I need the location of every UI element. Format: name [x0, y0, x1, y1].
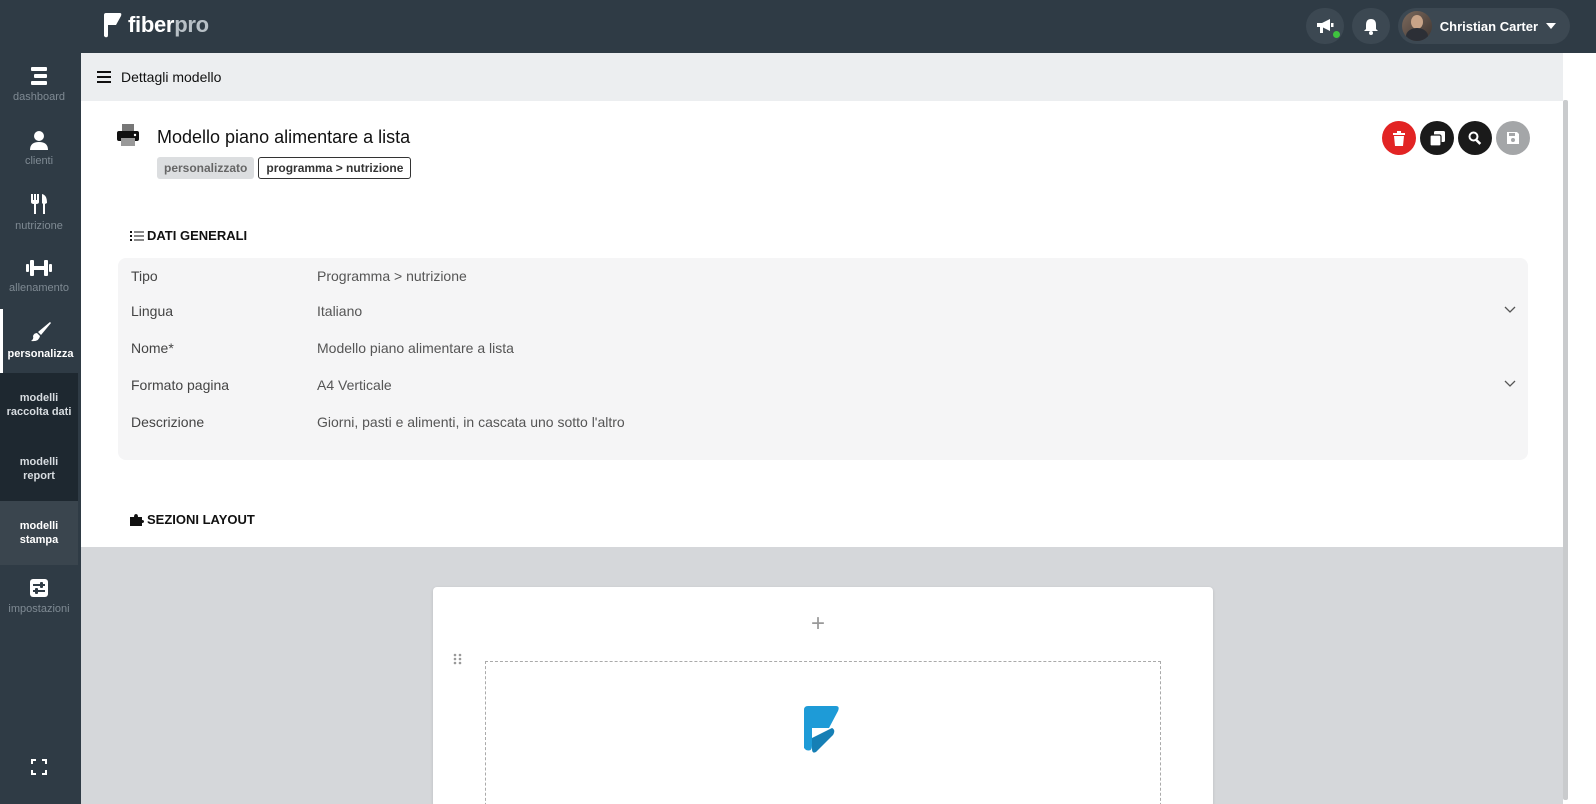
- online-status-icon: [1331, 30, 1341, 39]
- field-row-nome[interactable]: Nome* Modello piano alimentare a lista: [131, 340, 1516, 360]
- layout-editor: +: [81, 547, 1563, 804]
- page-title: Dettagli modello: [121, 69, 222, 85]
- save-button[interactable]: [1496, 121, 1530, 155]
- page-preview: +: [433, 587, 1213, 804]
- field-label: Tipo: [131, 268, 158, 284]
- field-label: Descrizione: [131, 414, 205, 430]
- paintbrush-icon: [30, 322, 51, 342]
- save-icon: [1507, 132, 1519, 144]
- field-label: Nome*: [131, 340, 174, 356]
- duplicate-button[interactable]: [1420, 121, 1454, 155]
- sidebar-item-label: dashboard: [13, 91, 65, 103]
- fiberpro-logo-icon: [104, 13, 122, 38]
- dumbbell-icon: [26, 260, 52, 276]
- sidebar-subitem-label: modelli raccolta dati: [6, 392, 72, 418]
- expand-icon: [31, 759, 47, 775]
- sidebar-subitem-modelli-raccolta-dati[interactable]: modelli raccolta dati: [0, 373, 78, 437]
- sidebar-item-label: personalizza: [7, 348, 74, 360]
- top-bar: fiberpro Christian Carter: [0, 0, 1596, 53]
- chevron-down-icon[interactable]: [1504, 380, 1516, 387]
- copy-icon: [1429, 130, 1445, 146]
- fork-knife-icon: [31, 194, 47, 214]
- page-format-select[interactable]: A4 Verticale: [317, 377, 392, 393]
- section-sezioni-layout: SEZIONI LAYOUT: [130, 512, 255, 527]
- add-section-button[interactable]: +: [811, 609, 825, 639]
- name-input[interactable]: Modello piano alimentare a lista: [317, 340, 514, 356]
- sidebar-item-label: allenamento: [9, 282, 69, 294]
- preview-button[interactable]: [1458, 121, 1492, 155]
- app-logo[interactable]: fiberpro: [104, 11, 209, 39]
- printer-icon: [116, 123, 140, 152]
- badge-type: programma > nutrizione: [258, 157, 412, 179]
- search-icon: [1468, 131, 1482, 145]
- page-header: Dettagli modello: [81, 53, 1563, 101]
- puzzle-icon: [130, 514, 144, 526]
- general-data-card: Tipo Programma > nutrizione Lingua Itali…: [118, 258, 1528, 460]
- field-value-tipo: Programma > nutrizione: [317, 268, 467, 284]
- chevron-down-icon[interactable]: [1504, 306, 1516, 313]
- megaphone-icon: [1316, 19, 1334, 33]
- delete-button[interactable]: [1382, 121, 1416, 155]
- field-row-formato-pagina[interactable]: Formato pagina A4 Verticale: [131, 377, 1516, 397]
- dashboard-icon: [31, 67, 47, 85]
- sidebar-item-dashboard[interactable]: dashboard: [0, 53, 78, 117]
- user-menu[interactable]: Christian Carter: [1331, 8, 1570, 44]
- field-row-descrizione[interactable]: Descrizione Giorni, pasti e alimenti, in…: [131, 414, 1516, 434]
- description-input[interactable]: Giorni, pasti e alimenti, in cascata uno…: [317, 414, 625, 430]
- model-actions: [1382, 121, 1530, 155]
- bell-icon: [1363, 18, 1378, 35]
- sidebar-item-label: clienti: [24, 155, 54, 167]
- field-row-tipo: Tipo Programma > nutrizione: [131, 268, 1516, 288]
- avatar: [1401, 11, 1432, 41]
- section-title: SEZIONI LAYOUT: [147, 512, 255, 527]
- user-icon: [30, 131, 48, 150]
- top-actions: Christian Carter: [1305, 8, 1570, 44]
- sidebar-item-label: nutrizione: [15, 220, 63, 232]
- section-title: DATI GENERALI: [147, 228, 248, 243]
- sliders-icon: [30, 579, 48, 597]
- layout-section-header[interactable]: [485, 661, 1161, 804]
- field-label: Formato pagina: [131, 377, 230, 393]
- language-select[interactable]: Italiano: [317, 303, 362, 319]
- sidebar-item-personalizza[interactable]: personalizza: [0, 309, 78, 373]
- sidebar-subitem-modelli-report[interactable]: modelli report: [0, 437, 78, 501]
- badge-custom: personalizzato: [157, 157, 255, 179]
- trash-icon: [1393, 130, 1405, 146]
- field-label: Lingua: [131, 303, 174, 319]
- field-row-lingua[interactable]: Lingua Italiano: [131, 303, 1516, 323]
- caret-down-icon: [1546, 23, 1556, 29]
- sidebar-item-label: impostazioni: [8, 603, 70, 615]
- sidebar-item-allenamento[interactable]: allenamento: [0, 245, 78, 309]
- fiberpro-logo-icon: [804, 706, 839, 753]
- sidebar-item-clienti[interactable]: clienti: [0, 117, 78, 181]
- sidebar-subitem-label: modelli stampa: [19, 520, 59, 546]
- scrollbar-thumb[interactable]: [1563, 100, 1568, 800]
- app-logo-text: fiberpro: [128, 12, 209, 37]
- notifications-button[interactable]: [1351, 8, 1390, 44]
- main-content: Dettagli modello Modello piano alimentar…: [81, 53, 1563, 804]
- sidebar-subitem-modelli-stampa[interactable]: modelli stampa: [0, 501, 78, 565]
- model-title: Modello piano alimentare a lista: [157, 127, 411, 147]
- list-icon: [130, 230, 144, 241]
- drag-handle-icon[interactable]: [453, 653, 462, 665]
- sidebar-item-impostazioni[interactable]: impostazioni: [0, 565, 78, 629]
- user-name: Christian Carter: [1439, 18, 1538, 34]
- model-badges: personalizzato programma > nutrizione: [157, 157, 412, 179]
- sidebar-subitem-label: modelli report: [19, 456, 59, 482]
- fullscreen-button[interactable]: [31, 759, 47, 780]
- sidebar-item-nutrizione[interactable]: nutrizione: [0, 181, 78, 245]
- sidebar: dashboard clienti nutrizione allenamento: [0, 53, 78, 804]
- hamburger-menu-icon[interactable]: [97, 71, 111, 83]
- section-dati-generali: DATI GENERALI: [130, 228, 247, 243]
